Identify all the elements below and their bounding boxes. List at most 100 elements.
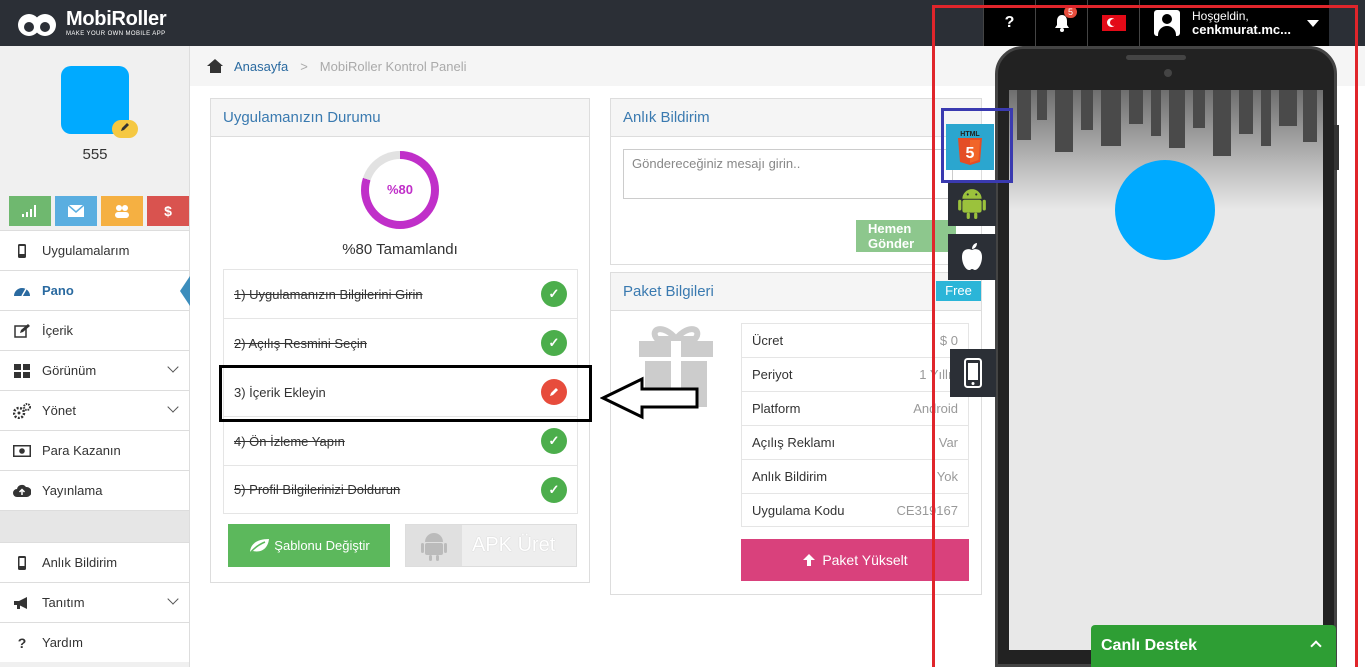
sidebar-item-push-notification[interactable]: Anlık Bildirim [0, 542, 189, 582]
help-button[interactable]: ? [983, 0, 1035, 46]
list-item[interactable]: 5) Profil Bilgilerinizi Doldurun ✓ [223, 465, 578, 514]
notifications-button[interactable]: 5 [1035, 0, 1087, 46]
live-support-label: Canlı Destek [1101, 637, 1198, 654]
revenue-button[interactable]: $ [147, 196, 189, 226]
row-value: Yok [936, 469, 958, 484]
send-now-button[interactable]: Hemen Gönder [856, 220, 956, 252]
change-template-label: Şablonu Değiştir [274, 538, 370, 553]
user-greeting: Hoşgeldin, [1192, 9, 1249, 23]
language-button[interactable] [1087, 0, 1139, 46]
check-icon: ✓ [541, 428, 567, 454]
home-icon[interactable] [207, 59, 224, 73]
row-key: Platform [752, 401, 801, 416]
sidebar-item-dashboard[interactable]: Pano [0, 270, 190, 310]
push-notification-panel: Anlık Bildirim Göndereceğiniz mesajı gir… [610, 98, 982, 265]
sidebar-item-publish[interactable]: Yayınlama [0, 470, 189, 510]
row-value: $ 0 [939, 333, 958, 348]
change-template-button[interactable]: Şablonu Değiştir [228, 524, 390, 567]
sidebar-item-label: Görünüm [42, 363, 97, 378]
top-bar: MobiRoller MAKE YOUR OWN MOBILE APP ? 5 … [0, 0, 1365, 46]
messages-button[interactable] [55, 196, 97, 226]
app-name: 555 [82, 146, 108, 163]
package-info-table: Ücret $ 0 Periyot 1 Yıllık Platform Android… [741, 323, 969, 527]
step-label: 2) Açılış Resmini Seçin [234, 335, 367, 351]
list-item[interactable]: 2) Açılış Resmini Seçin ✓ [223, 318, 578, 367]
breadcrumb-separator: > [300, 58, 308, 74]
sidebar-item-help[interactable]: ? Yardım [0, 622, 189, 662]
sidebar-item-label: Uygulamalarım [42, 243, 130, 258]
check-icon: ✓ [541, 281, 567, 307]
sidebar: 555 $ Uygulamalarım Pano İçerik Görünüm … [0, 46, 190, 667]
row-key: Anlık Bildirim [752, 469, 828, 484]
row-key: Periyot [752, 367, 793, 382]
gears-icon [12, 402, 32, 419]
sidebar-item-label: Anlık Bildirim [42, 555, 118, 570]
user-avatar-icon [1154, 10, 1180, 36]
upgrade-package-button[interactable]: Paket Yükselt [741, 539, 969, 581]
live-support-button[interactable]: Canlı Destek [1091, 625, 1336, 667]
generate-apk-button[interactable]: APK Üret [405, 524, 577, 567]
quick-actions: $ [9, 196, 189, 226]
edit-icon [12, 323, 32, 339]
mobile-phone-icon [12, 555, 32, 571]
free-package-badge: Free [936, 281, 981, 301]
sidebar-item-label: Yönet [42, 403, 76, 418]
row-value: CE319167 [896, 502, 958, 518]
sidebar-item-label: Yayınlama [42, 483, 103, 498]
money-icon [12, 443, 32, 459]
row-key: Uygulama Kodu [752, 502, 845, 518]
step-label: 5) Profil Bilgilerinizi Doldurun [234, 482, 401, 497]
user-name: cenkmurat.mc... [1192, 22, 1291, 37]
list-item[interactable]: 4) Ön İzleme Yapın ✓ [223, 416, 578, 465]
table-row: Uygulama Kodu CE319167 [741, 493, 969, 527]
device-preview-button[interactable] [950, 349, 996, 397]
table-row: Periyot 1 Yıllık [741, 357, 969, 391]
breadcrumb-current: MobiRoller Kontrol Paneli [319, 58, 467, 74]
table-row: Ücret $ 0 [741, 323, 969, 357]
chevron-up-icon [1310, 640, 1322, 652]
pencil-icon [121, 123, 129, 131]
sidebar-item-applications[interactable]: Uygulamalarım [0, 230, 189, 270]
row-value: Var [938, 435, 958, 450]
logo-icon [18, 10, 60, 36]
apple-icon [962, 243, 982, 270]
sidebar-item-content[interactable]: İçerik [0, 310, 189, 350]
sidebar-item-label: İçerik [42, 323, 74, 338]
row-key: Açılış Reklamı [752, 435, 836, 450]
generate-apk-label: APK Üret [472, 534, 556, 556]
breadcrumb-home-link[interactable]: Anasayfa [234, 59, 288, 74]
chevron-down-icon [167, 401, 179, 413]
list-item[interactable]: 1) Uygulamanızın Bilgilerini Girin ✓ [223, 269, 578, 318]
sidebar-item-manage[interactable]: Yönet [0, 390, 189, 430]
android-platform-button[interactable] [948, 180, 996, 226]
progress-percent: %80 [386, 182, 414, 197]
sidebar-item-label: Pano [42, 283, 74, 298]
panel-title: Anlık Bildirim [611, 99, 981, 137]
question-icon: ? [17, 634, 27, 651]
android-icon [406, 525, 462, 566]
sidebar-item-earn-money[interactable]: Para Kazanın [0, 430, 189, 470]
mobile-phone-icon [964, 358, 982, 388]
check-icon: ✓ [541, 477, 567, 503]
arrow-up-icon [803, 554, 816, 566]
ios-platform-button[interactable] [948, 234, 996, 280]
users-button[interactable] [101, 196, 143, 226]
stats-button[interactable] [9, 196, 51, 226]
sidebar-item-appearance[interactable]: Görünüm [0, 350, 189, 390]
table-row: Anlık Bildirim Yok [741, 459, 969, 493]
mobile-phone-icon [12, 243, 32, 259]
panel-title: Uygulamanızın Durumu [211, 99, 589, 137]
notification-count-badge: 5 [1064, 6, 1078, 18]
user-menu[interactable]: Hoşgeldin, cenkmurat.mc... [1139, 0, 1329, 46]
notification-message-input[interactable]: Göndereceğiniz mesajı girin.. [623, 149, 953, 199]
check-icon: ✓ [541, 330, 567, 356]
logo[interactable]: MobiRoller MAKE YOUR OWN MOBILE APP [18, 9, 167, 37]
row-key: Ücret [752, 333, 784, 348]
html5-selection-highlight [941, 108, 1013, 183]
sidebar-item-promotion[interactable]: Tanıtım [0, 582, 189, 622]
envelope-icon [68, 205, 84, 217]
signal-bars-icon [22, 205, 36, 217]
row-value: Android [913, 401, 958, 416]
edit-app-icon-button[interactable] [112, 120, 138, 138]
phone-preview-screen[interactable] [1009, 90, 1323, 650]
